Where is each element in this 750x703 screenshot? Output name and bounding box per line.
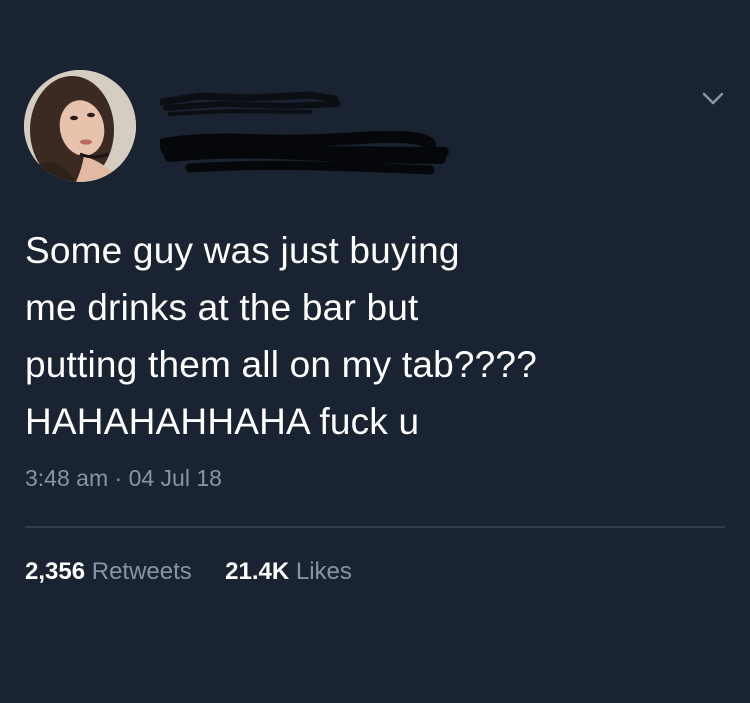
- tweet-text-line: HAHAHAHHAHA fuck u: [25, 401, 420, 442]
- author-name-redacted: [158, 88, 370, 118]
- tweet-text: Some guy was just buying me drinks at th…: [25, 222, 715, 450]
- meta-separator: ·: [114, 465, 123, 491]
- tweet-text-line: me drinks at the bar but: [25, 287, 419, 328]
- tweet-date: 04 Jul 18: [128, 465, 222, 491]
- divider: [25, 526, 725, 528]
- likes-stat[interactable]: 21.4K Likes: [225, 558, 352, 585]
- profile-photo: [24, 70, 136, 182]
- tweet-time: 3:48 am: [25, 465, 109, 491]
- chevron-down-icon[interactable]: [700, 88, 726, 110]
- author-handle-redacted: [158, 124, 450, 178]
- tweet-card: Some guy was just buying me drinks at th…: [0, 0, 750, 703]
- redaction-scribble-handle: [158, 130, 449, 175]
- retweets-count: 2,356: [25, 558, 86, 585]
- likes-label: Likes: [295, 558, 352, 585]
- engagement-stats: 2,356 Retweets 21.4K Likes: [25, 558, 352, 586]
- retweets-label: Retweets: [91, 558, 192, 585]
- tweet-timestamp[interactable]: 3:48 am · 04 Jul 18: [25, 465, 222, 492]
- retweets-stat[interactable]: 2,356 Retweets: [25, 558, 198, 585]
- tweet-text-line: Some guy was just buying: [25, 230, 460, 271]
- avatar[interactable]: [24, 70, 136, 182]
- tweet-text-line: putting them all on my tab????: [25, 344, 537, 385]
- likes-count: 21.4K: [225, 558, 290, 585]
- redaction-scribble-name: [158, 91, 341, 116]
